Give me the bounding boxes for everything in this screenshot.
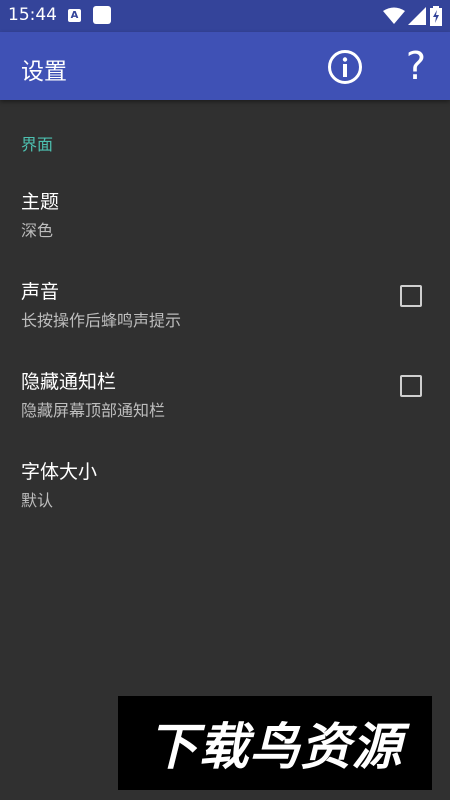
watermark-logo: 下载鸟资源 [118, 696, 432, 790]
notification-square-icon [93, 6, 111, 24]
status-bar: 15:44 A [0, 0, 450, 32]
wifi-icon [383, 7, 405, 24]
battery-icon [430, 6, 442, 26]
pref-title: 隐藏通知栏 [21, 371, 117, 393]
pref-summary: 默认 [21, 491, 54, 510]
status-time: 15:44 [8, 5, 57, 25]
sound-checkbox[interactable] [400, 285, 422, 307]
hide-notification-bar-checkbox[interactable] [400, 375, 422, 397]
pref-summary: 隐藏屏幕顶部通知栏 [21, 401, 166, 420]
pref-font-size[interactable]: 字体大小 默认 [0, 457, 450, 547]
pref-summary: 深色 [21, 221, 54, 240]
info-icon[interactable] [327, 49, 363, 85]
cell-signal-icon [408, 7, 426, 25]
pref-title: 字体大小 [21, 461, 98, 483]
notification-a-icon: A [68, 9, 81, 22]
help-button[interactable]: ? [398, 44, 434, 88]
pref-sound[interactable]: 声音 长按操作后蜂鸣声提示 [0, 277, 450, 367]
app-bar: 设置 ? [0, 32, 450, 100]
pref-summary: 长按操作后蜂鸣声提示 [21, 311, 182, 330]
pref-hide-notification-bar[interactable]: 隐藏通知栏 隐藏屏幕顶部通知栏 [0, 367, 450, 457]
pref-theme[interactable]: 主题 深色 [0, 187, 450, 277]
pref-title: 主题 [21, 191, 60, 213]
page-title: 设置 [21, 59, 67, 85]
pref-title: 声音 [21, 281, 60, 303]
section-header-interface: 界面 [21, 135, 54, 154]
